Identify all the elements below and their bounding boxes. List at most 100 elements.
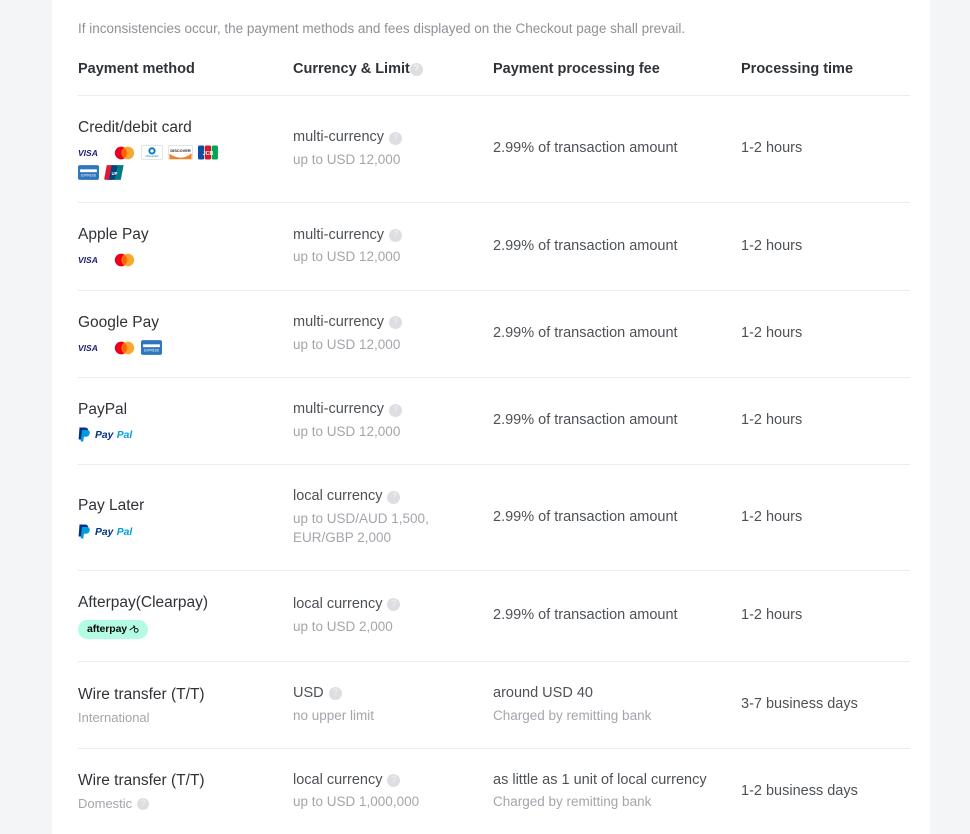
info-icon[interactable] xyxy=(387,490,401,504)
cell-currency-limit: multi-currency up to USD 12,000 xyxy=(293,202,493,291)
info-icon[interactable] xyxy=(389,403,403,417)
currency-value: local currency xyxy=(293,771,493,791)
cell-processing-fee: 2.99% of transaction amount xyxy=(493,95,741,204)
method-name: PayPal xyxy=(78,401,128,419)
fee-value: around USD 40 xyxy=(493,685,593,702)
cell-payment-method: Wire transfer (T/T) International xyxy=(78,661,293,749)
method-name: Credit/debit card xyxy=(78,118,192,136)
time-value: 3-7 business days xyxy=(741,696,858,713)
fee-value: 2.99% of transaction amount xyxy=(493,412,678,429)
cell-currency-limit: local currency up to USD/AUD 1,500, EUR/G… xyxy=(293,464,493,571)
cell-payment-method: Google Pay VISA EXPRESS xyxy=(78,290,293,379)
content-card: If inconsistencies occur, the payment me… xyxy=(52,0,930,834)
currency-label: local currency xyxy=(293,488,383,505)
cell-payment-method: Wire transfer (T/T) Domestic xyxy=(78,748,293,834)
afterpay-label: afterpay xyxy=(87,623,128,636)
column-header-processing-time: Processing time xyxy=(741,60,910,96)
currency-limit: up to USD 12,000 xyxy=(293,249,401,265)
currency-value: local currency xyxy=(293,487,493,507)
fee-note: Charged by remitting bank xyxy=(493,707,652,723)
currency-label: USD xyxy=(293,685,324,702)
method-name: Afterpay(Clearpay) xyxy=(78,593,209,611)
time-value: 1-2 hours xyxy=(741,412,803,429)
method-name: Google Pay xyxy=(78,313,159,331)
afterpay-logo: afterpay xyxy=(78,620,149,640)
column-header-currency-label: Currency & Limit xyxy=(293,60,410,77)
fee-value: 2.99% of transaction amount xyxy=(493,140,678,157)
fee-value: 2.99% of transaction amount xyxy=(493,325,678,342)
cell-payment-method: PayPal Pay Pal xyxy=(78,377,293,466)
cell-processing-time: 1-2 business days xyxy=(741,748,910,834)
cell-currency-limit: local currency up to USD 1,000,000 xyxy=(293,748,493,834)
cell-currency-limit: multi-currency up to USD 12,000 xyxy=(293,377,493,466)
cell-currency-limit: local currency up to USD 2,000 xyxy=(293,570,493,663)
time-value: 1-2 hours xyxy=(741,140,803,157)
column-header-currency-limit: Currency & Limit xyxy=(293,60,493,96)
info-icon[interactable] xyxy=(137,797,150,810)
table-row: Afterpay(Clearpay) afterpay local currency… xyxy=(78,570,910,663)
cell-processing-time: 3-7 business days xyxy=(741,661,910,749)
time-value: 1-2 hours xyxy=(741,237,803,254)
svg-text:Pal: Pal xyxy=(117,527,134,538)
time-value: 1-2 hours xyxy=(741,508,803,525)
svg-text:Pal: Pal xyxy=(117,430,134,441)
cell-currency-limit: multi-currency up to USD 12,000 xyxy=(293,290,493,379)
svg-text:DISCOVER: DISCOVER xyxy=(170,148,191,153)
method-logos: Pay Pal xyxy=(78,427,233,442)
column-header-payment-method: Payment method xyxy=(78,60,293,96)
cell-currency-limit: multi-currency up to USD 12,000 xyxy=(293,95,493,204)
info-icon[interactable] xyxy=(387,773,401,787)
info-icon[interactable] xyxy=(387,597,401,612)
cell-payment-method: Credit/debit card VISA DinersClub DISCOVER J… xyxy=(78,95,293,204)
mastercard-logo xyxy=(113,340,136,356)
diners-club-logo: DinersClub xyxy=(141,145,163,161)
table-body: Credit/debit card VISA DinersClub DISCOVER J… xyxy=(78,95,910,834)
info-icon[interactable] xyxy=(409,62,423,76)
table-row: Wire transfer (T/T) Domestic local currenc… xyxy=(78,748,910,834)
method-subtitle: Domestic xyxy=(78,796,293,811)
method-logos: Pay Pal xyxy=(78,524,233,539)
currency-limit: up to USD 1,000,000 xyxy=(293,794,420,810)
svg-text:VISA: VISA xyxy=(78,148,98,158)
info-icon[interactable] xyxy=(389,131,403,145)
cell-processing-time: 1-2 hours xyxy=(741,570,910,663)
info-icon[interactable] xyxy=(389,315,403,330)
currency-label: local currency xyxy=(293,596,383,613)
mastercard-logo xyxy=(113,252,136,268)
visa-logo: VISA xyxy=(78,145,108,161)
currency-value: local currency xyxy=(293,595,493,615)
info-icon[interactable] xyxy=(389,228,403,242)
afterpay-mark-icon xyxy=(129,625,139,633)
cell-processing-fee: 2.99% of transaction amount xyxy=(493,202,741,291)
svg-text:UP: UP xyxy=(112,171,118,176)
time-value: 1-2 hours xyxy=(741,325,803,342)
method-name: Pay Later xyxy=(78,497,145,515)
info-icon[interactable] xyxy=(328,686,342,701)
svg-text:Pay: Pay xyxy=(95,430,115,441)
table-row: Wire transfer (T/T) International USD no up… xyxy=(78,661,910,749)
cell-processing-fee: as little as 1 unit of local currency Cha… xyxy=(493,748,741,834)
cell-payment-method: Afterpay(Clearpay) afterpay xyxy=(78,570,293,663)
currency-value: USD xyxy=(293,684,493,704)
cell-processing-fee: 2.99% of transaction amount xyxy=(493,377,741,466)
discover-logo: DISCOVER xyxy=(168,145,193,161)
currency-limit: up to USD 12,000 xyxy=(293,151,401,167)
currency-label: multi-currency xyxy=(293,401,385,418)
cell-processing-time: 1-2 hours xyxy=(741,464,910,571)
payment-methods-table: Payment method Currency & Limit Payment … xyxy=(78,60,910,834)
method-subtitle-label: Domestic xyxy=(78,796,133,812)
method-name: Wire transfer (T/T) xyxy=(78,772,205,790)
currency-limit: up to USD 2,000 xyxy=(293,618,393,634)
unionpay-logo: UP xyxy=(104,165,125,181)
svg-text:Pay: Pay xyxy=(95,527,115,538)
currency-value: multi-currency xyxy=(293,400,493,420)
cell-processing-fee: 2.99% of transaction amount xyxy=(493,570,741,663)
cell-processing-time: 1-2 hours xyxy=(741,202,910,291)
table-row: Google Pay VISA EXPRESS multi-currency up to… xyxy=(78,290,910,379)
fee-value: as little as 1 unit of local currency xyxy=(493,771,707,788)
table-header-row: Payment method Currency & Limit Payment … xyxy=(78,60,910,96)
paypal-logo: Pay Pal xyxy=(78,427,150,442)
cell-processing-fee: 2.99% of transaction amount xyxy=(493,290,741,379)
currency-limit: no upper limit xyxy=(293,707,375,723)
currency-limit: up to USD 12,000 xyxy=(293,424,401,440)
